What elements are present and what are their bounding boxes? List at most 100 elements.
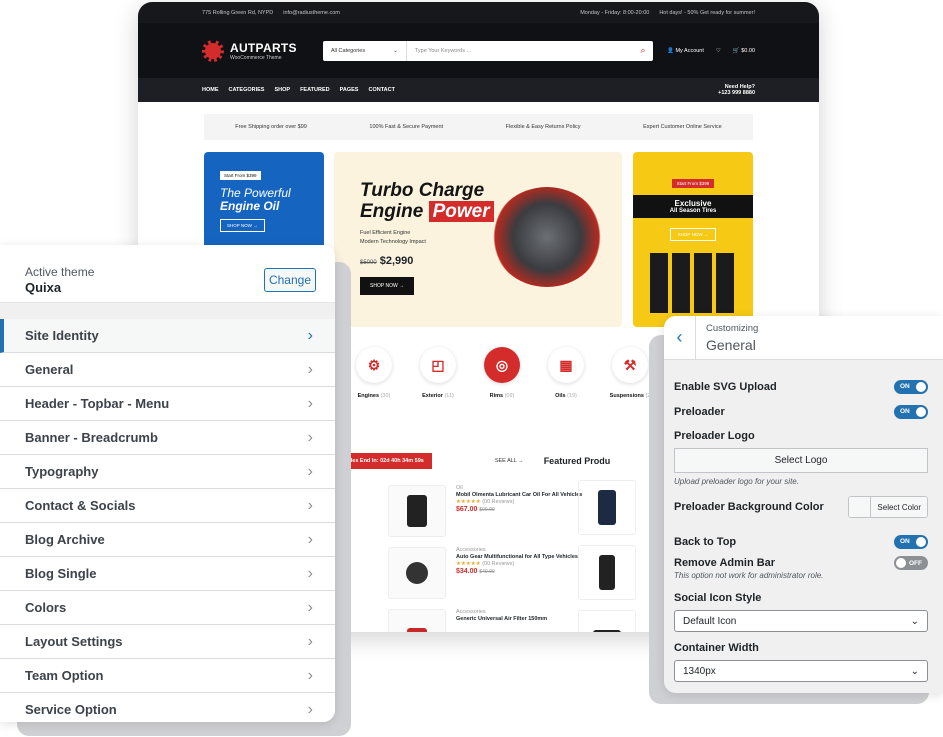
features-bar: Free Shipping order over $99 100% Fast &… xyxy=(204,114,753,140)
nav-item[interactable]: CONTACT xyxy=(368,87,394,93)
social-icon-label: Social Icon Style xyxy=(674,592,762,604)
engine-icon: ⚙ xyxy=(356,347,392,383)
select-color-button[interactable]: Select Color xyxy=(848,496,928,518)
product-item[interactable]: Accessories Auto Gear Multifunctional for… xyxy=(388,547,588,608)
section-site-identity[interactable]: Site Identity › xyxy=(0,319,335,353)
help-phone[interactable]: Need Help? +123 999 8880 xyxy=(718,84,755,96)
general-settings-panel: ‹ Customizing General Enable SVG Upload ON… xyxy=(664,316,943,693)
product-image xyxy=(388,609,446,632)
suspension-icon: ⚒ xyxy=(612,347,648,383)
section-blog-archive[interactable]: Blog Archive › xyxy=(0,523,335,557)
section-blog-single[interactable]: Blog Single › xyxy=(0,557,335,591)
nav-item[interactable]: HOME xyxy=(202,87,219,93)
feature-item: Expert Customer Online Service xyxy=(643,124,722,130)
chevron-right-icon: › xyxy=(307,462,313,480)
shop-now-button[interactable]: SHOP NOW → xyxy=(360,277,415,295)
section-service-option[interactable]: Service Option › xyxy=(0,693,335,722)
category-suspensions[interactable]: ⚒ Suspensions (2 xyxy=(609,347,651,399)
nav-item[interactable]: SHOP xyxy=(274,87,290,93)
category-exterior[interactable]: ◰ Exterior (11) xyxy=(417,347,459,399)
chevron-right-icon: › xyxy=(307,496,313,514)
select-logo-button[interactable]: Select Logo xyxy=(674,448,928,473)
section-header-topbar-menu[interactable]: Header - Topbar - Menu › xyxy=(0,387,335,421)
see-all-link[interactable]: SEE ALL → xyxy=(495,458,524,464)
container-width-select[interactable]: 1340px ⌄ xyxy=(674,660,928,682)
svg-upload-toggle[interactable]: ON xyxy=(894,379,928,394)
product-list: Oil Mobil Olmenta Lubricant Car Oil For A… xyxy=(388,485,588,632)
turbo-banner[interactable]: Turbo Charge Engine Power Fuel Efficient … xyxy=(334,152,622,327)
section-contact-socials[interactable]: Contact & Socials › xyxy=(0,489,335,523)
preloader-bg-label: Preloader Background Color xyxy=(674,501,824,513)
product-image xyxy=(388,547,446,599)
product-item[interactable]: Accessories Generic Universal Air Filter … xyxy=(388,609,588,632)
wishlist-icon[interactable]: ♡ xyxy=(716,48,721,54)
section-colors[interactable]: Colors › xyxy=(0,591,335,625)
product-image[interactable] xyxy=(578,545,636,600)
chevron-down-icon: ⌄ xyxy=(910,615,919,627)
nav-item[interactable]: CATEGORIES xyxy=(229,87,265,93)
section-typography[interactable]: Typography › xyxy=(0,455,335,489)
car-door-icon: ◰ xyxy=(420,347,456,383)
chevron-right-icon: › xyxy=(307,360,313,378)
shop-now-button[interactable]: SHOP NOW → xyxy=(669,228,717,241)
panel-header: ‹ Customizing General xyxy=(664,316,943,360)
feature-item: 100% Fast & Secure Payment xyxy=(369,124,444,130)
category-oils[interactable]: ▦ Oils (19) xyxy=(545,347,587,399)
site-header: AUTPARTS WooCommerce Theme All Categories… xyxy=(138,23,819,78)
active-theme-header: Active theme Quixa Change xyxy=(0,245,335,303)
preloader-toggle[interactable]: ON xyxy=(894,404,928,419)
section-banner-breadcrumb[interactable]: Banner - Breadcrumb › xyxy=(0,421,335,455)
category-select[interactable]: All Categories ⌄ xyxy=(323,40,407,61)
social-icon-select[interactable]: Default Icon ⌄ xyxy=(674,610,928,632)
product-image[interactable] xyxy=(578,610,636,632)
hours-text: Monday - Friday: 8:00-20:00 xyxy=(580,9,650,16)
topbar: 775 Rolling Green Rd, NYPD info@radiusth… xyxy=(138,2,819,23)
product-image xyxy=(388,485,446,537)
category-rims[interactable]: ◎ Rims (09) xyxy=(481,347,523,399)
feature-item: Flexible & Easy Returns Policy xyxy=(505,124,581,130)
cart-link[interactable]: 🛒 $0.00 xyxy=(733,48,755,54)
preloader-label: Preloader xyxy=(674,405,725,418)
sales-countdown: Sales End In: 02d 40h 34m 59s SEE ALL → … xyxy=(336,453,610,469)
breadcrumb: Customizing xyxy=(706,322,759,334)
main-nav: HOME CATEGORIES SHOP FEATURED PAGES CONT… xyxy=(138,78,819,102)
svg-upload-label: Enable SVG Upload xyxy=(674,380,777,393)
category-engines[interactable]: ⚙ Engines (30) xyxy=(353,347,395,399)
email-text[interactable]: info@radiustheme.com xyxy=(283,10,340,16)
product-image[interactable] xyxy=(578,480,636,535)
promo-text: Hot days! - 50% Get ready for summer! xyxy=(659,9,755,16)
oil-icon: ▦ xyxy=(548,347,584,383)
search-input[interactable]: Type Your Keywords ... xyxy=(407,48,633,54)
back-to-top-label: Back to Top xyxy=(674,535,737,548)
back-arrow-icon[interactable]: ‹ xyxy=(664,316,696,360)
chevron-right-icon: › xyxy=(307,326,313,344)
shop-now-button[interactable]: SHOP NOW → xyxy=(220,219,265,232)
section-general[interactable]: General › xyxy=(0,353,335,387)
panel-title: General xyxy=(706,336,756,353)
chevron-right-icon: › xyxy=(307,598,313,616)
preloader-logo-label: Preloader Logo xyxy=(674,430,755,442)
container-width-label: Container Width xyxy=(674,642,759,654)
chevron-right-icon: › xyxy=(307,394,313,412)
section-team-option[interactable]: Team Option › xyxy=(0,659,335,693)
chevron-down-icon: ⌄ xyxy=(393,47,398,54)
category-list: ⚙ Engines (30) ◰ Exterior (11) ◎ Rims (09) … xyxy=(353,347,651,399)
admin-bar-label: Remove Admin Bar xyxy=(674,557,776,569)
tires-banner[interactable]: Start From $399 Exclusive All Season Tire… xyxy=(633,152,753,327)
nav-item[interactable]: FEATURED xyxy=(300,87,330,93)
section-layout-settings[interactable]: Layout Settings › xyxy=(0,625,335,659)
my-account-link[interactable]: 👤 My Account xyxy=(667,48,704,54)
chevron-right-icon: › xyxy=(307,700,313,718)
address-text: 775 Rolling Green Rd, NYPD xyxy=(202,9,274,16)
nav-item[interactable]: PAGES xyxy=(340,87,359,93)
admin-bar-toggle[interactable]: OFF xyxy=(894,556,928,570)
logo-name: AUTPARTS xyxy=(230,40,297,55)
engine-image xyxy=(492,187,602,287)
site-logo[interactable]: AUTPARTS WooCommerce Theme xyxy=(202,39,297,62)
back-to-top-toggle[interactable]: ON xyxy=(894,534,928,549)
admin-bar-desc: This option not work for administrator r… xyxy=(674,571,824,580)
search-icon[interactable]: ⌕ xyxy=(633,45,653,56)
customizer-sidebar: Active theme Quixa Change Site Identity ›… xyxy=(0,245,335,722)
product-item[interactable]: Oil Mobil Olmenta Lubricant Car Oil For A… xyxy=(388,485,588,546)
change-theme-button[interactable]: Change xyxy=(264,268,316,292)
